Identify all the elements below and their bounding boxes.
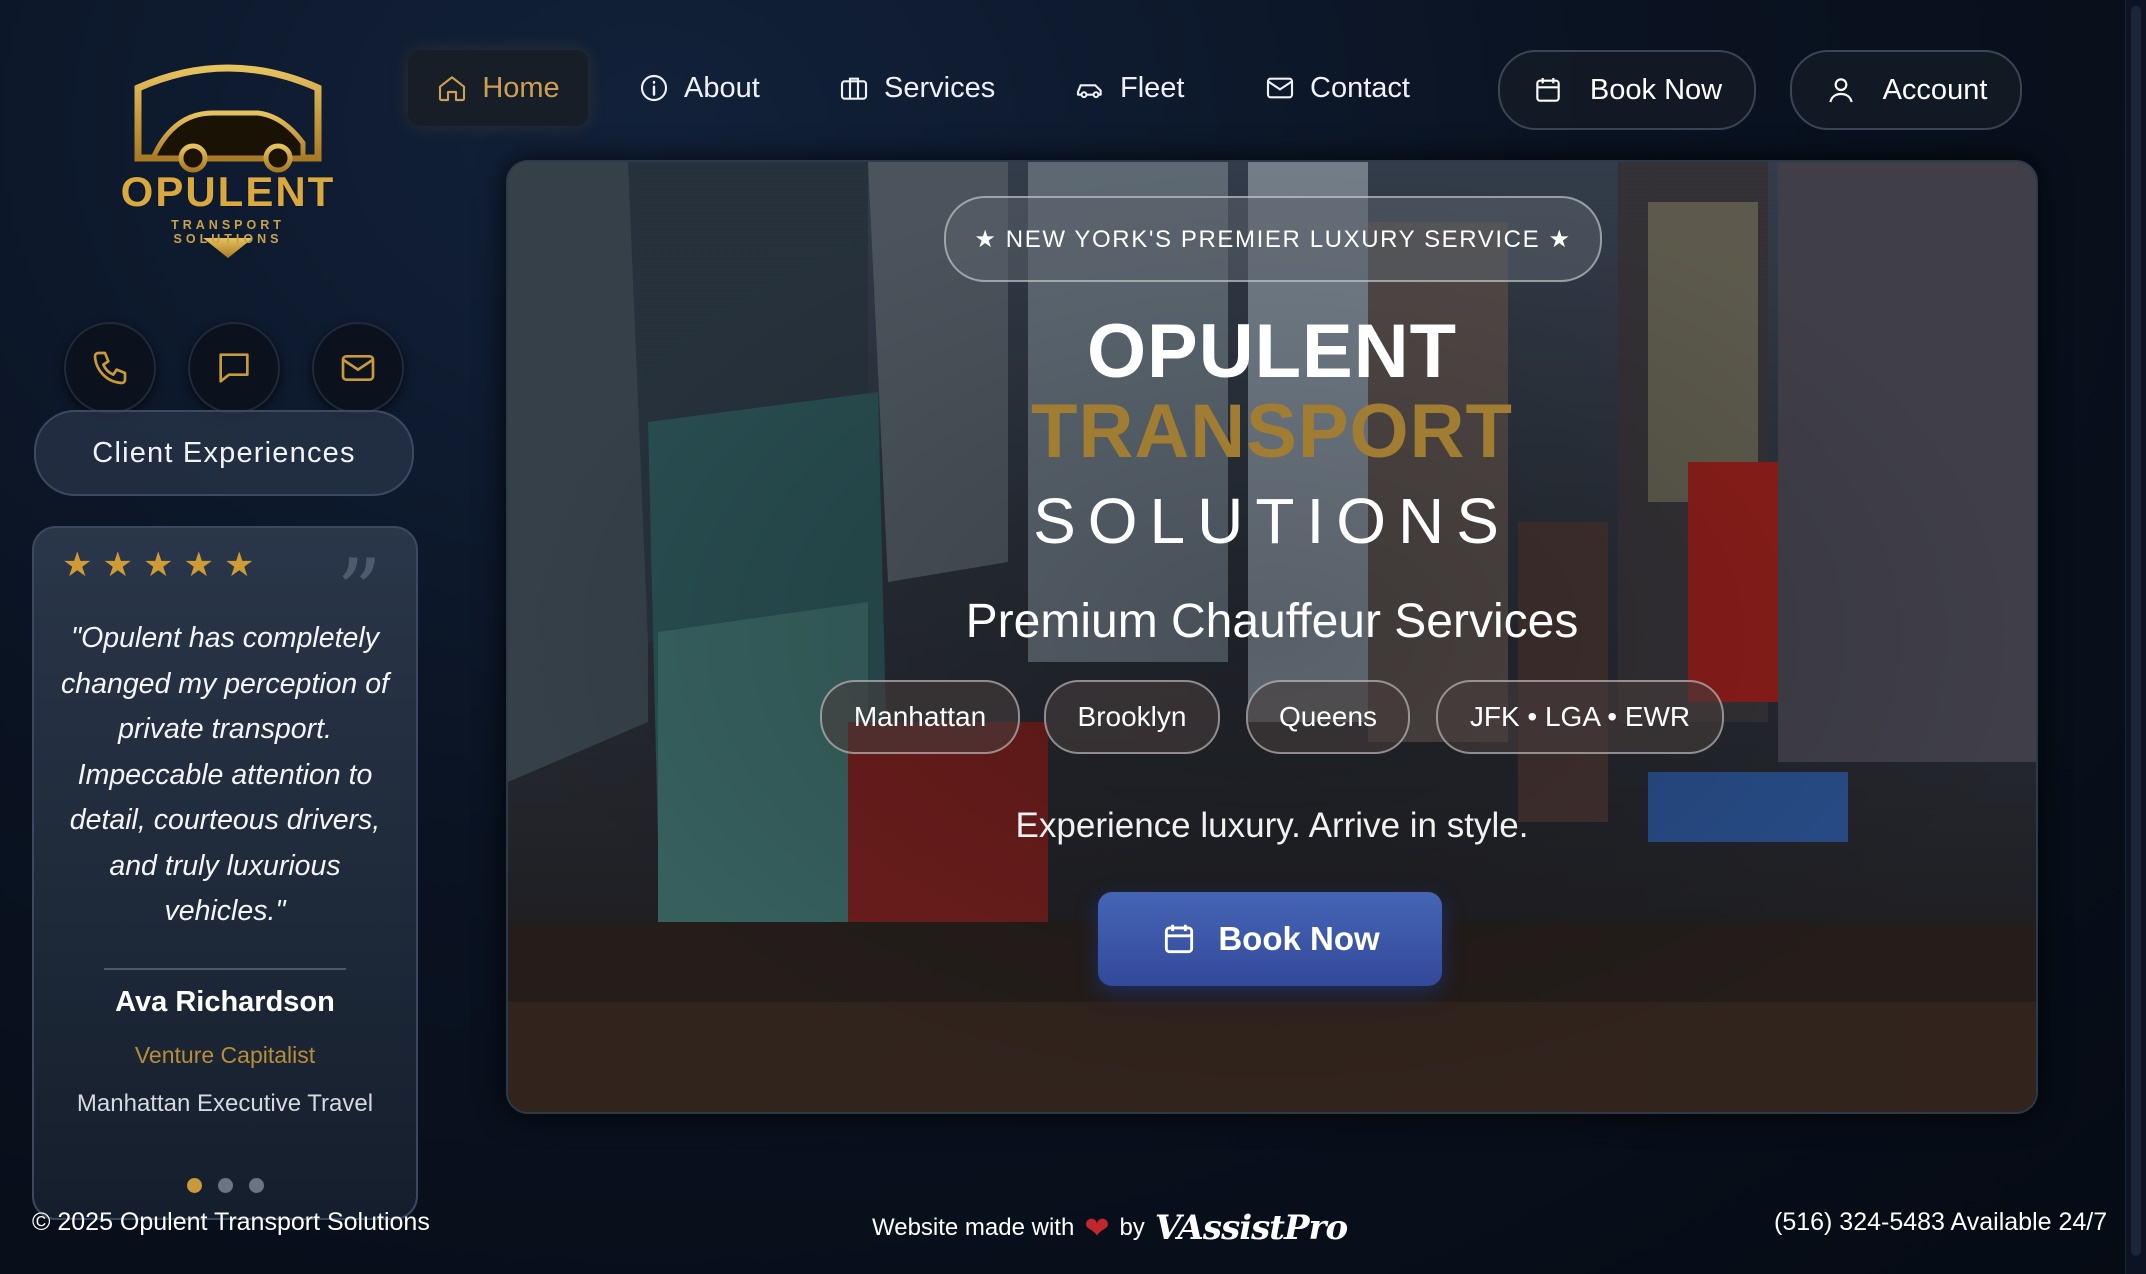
nav-services[interactable]: Services	[838, 50, 995, 126]
mail-icon	[1266, 77, 1294, 99]
hero-book-now-button[interactable]: Book Now	[1098, 892, 1442, 986]
rating-stars: ★ ★ ★ ★ ★	[62, 548, 254, 582]
account-button[interactable]: Account	[1790, 50, 2022, 130]
user-icon	[1828, 78, 1853, 103]
calendar-icon	[1165, 924, 1194, 954]
footer-by: by	[1119, 1214, 1145, 1241]
nav-fleet[interactable]: Fleet	[1074, 50, 1184, 126]
carousel-dots	[34, 1178, 416, 1193]
footer-phone[interactable]: (516) 324-5483 Available 24/7	[1774, 1208, 2107, 1237]
testimonial-quote: "Opulent has completely changed my perce…	[61, 622, 389, 927]
nav-home-label: Home	[482, 71, 560, 104]
star-icon: ★	[223, 546, 255, 584]
hero-title-line3: SOLUTIONS	[1033, 485, 1511, 557]
book-now-button[interactable]: Book Now	[1498, 50, 1756, 130]
vendor-logo[interactable]: VAssistPro	[1155, 1208, 1348, 1248]
testimonial-name: Ava Richardson	[115, 986, 335, 1018]
nav-about-label: About	[684, 71, 760, 104]
star-icon: ★	[102, 546, 133, 584]
hero-tagline: Experience luxury. Arrive in style.	[1015, 806, 1529, 845]
info-icon	[640, 74, 668, 102]
nav-contact[interactable]: Contact	[1264, 50, 1410, 126]
location-chip-brooklyn[interactable]: Brooklyn	[1044, 680, 1220, 754]
account-label: Account	[1882, 73, 1988, 106]
page-scrollbar[interactable]	[2125, 0, 2146, 1274]
footer-made-with: Website made with	[872, 1214, 1075, 1241]
phone-icon	[93, 351, 127, 385]
footer-credit: Website made with ❤ by VAssistPro	[872, 1208, 1348, 1248]
logo-wordmark: OPULENT	[120, 168, 336, 215]
calendar-icon	[1536, 78, 1560, 102]
briefcase-icon	[840, 77, 868, 100]
carousel-dot[interactable]	[186, 1178, 202, 1193]
phone-button[interactable]	[64, 322, 156, 414]
client-experiences-button[interactable]: Client Experiences	[34, 410, 414, 496]
brand-logo[interactable]: OPULENT TRANSPORT SOLUTIONS	[118, 58, 338, 268]
home-icon	[439, 76, 466, 102]
divider	[104, 968, 346, 970]
scrollbar-thumb[interactable]	[2131, 6, 2141, 1256]
hero-subtitle: Premium Chauffeur Services	[965, 595, 1579, 648]
hero-book-now-label: Book Now	[1218, 920, 1380, 957]
testimonial-context: Manhattan Executive Travel	[76, 1090, 374, 1117]
testimonial-card: ★ ★ ★ ★ ★ ” "Opulent has completely chan…	[32, 526, 418, 1220]
location-chip-airports[interactable]: JFK • LGA • EWR	[1436, 680, 1724, 754]
nav-home[interactable]: Home	[408, 50, 588, 126]
email-button[interactable]	[312, 322, 404, 414]
star-icon: ★	[142, 546, 174, 584]
chat-icon	[219, 353, 249, 383]
star-icon: ★	[183, 546, 214, 584]
nav-about[interactable]: About	[638, 50, 760, 126]
book-now-label: Book Now	[1589, 73, 1723, 106]
heart-icon: ❤	[1084, 1211, 1110, 1245]
nav-contact-label: Contact	[1310, 71, 1410, 104]
carousel-dot[interactable]	[248, 1178, 264, 1193]
nav-services-label: Services	[884, 71, 996, 104]
testimonial-role: Venture Capitalist	[134, 1042, 316, 1068]
hero-title-line2: TRANSPORT	[1031, 389, 1513, 474]
mail-icon	[341, 355, 375, 381]
chat-button[interactable]	[188, 322, 280, 414]
car-icon	[1076, 84, 1102, 99]
footer-copyright: © 2025 Opulent Transport Solutions	[32, 1208, 430, 1236]
location-chip-manhattan[interactable]: Manhattan	[820, 680, 1020, 754]
location-chip-queens[interactable]: Queens	[1246, 680, 1410, 754]
hero-section: ★ NEW YORK'S PREMIER LUXURY SERVICE ★ OP…	[506, 160, 2038, 1114]
star-icon: ★	[62, 546, 93, 584]
nav-fleet-label: Fleet	[1120, 71, 1185, 104]
carousel-dot[interactable]	[217, 1178, 233, 1193]
logo-tagline: TRANSPORT SOLUTIONS	[171, 218, 285, 246]
hero-badge: ★ NEW YORK'S PREMIER LUXURY SERVICE ★	[944, 196, 1602, 282]
hero-title-line1: OPULENT	[1086, 309, 1458, 394]
